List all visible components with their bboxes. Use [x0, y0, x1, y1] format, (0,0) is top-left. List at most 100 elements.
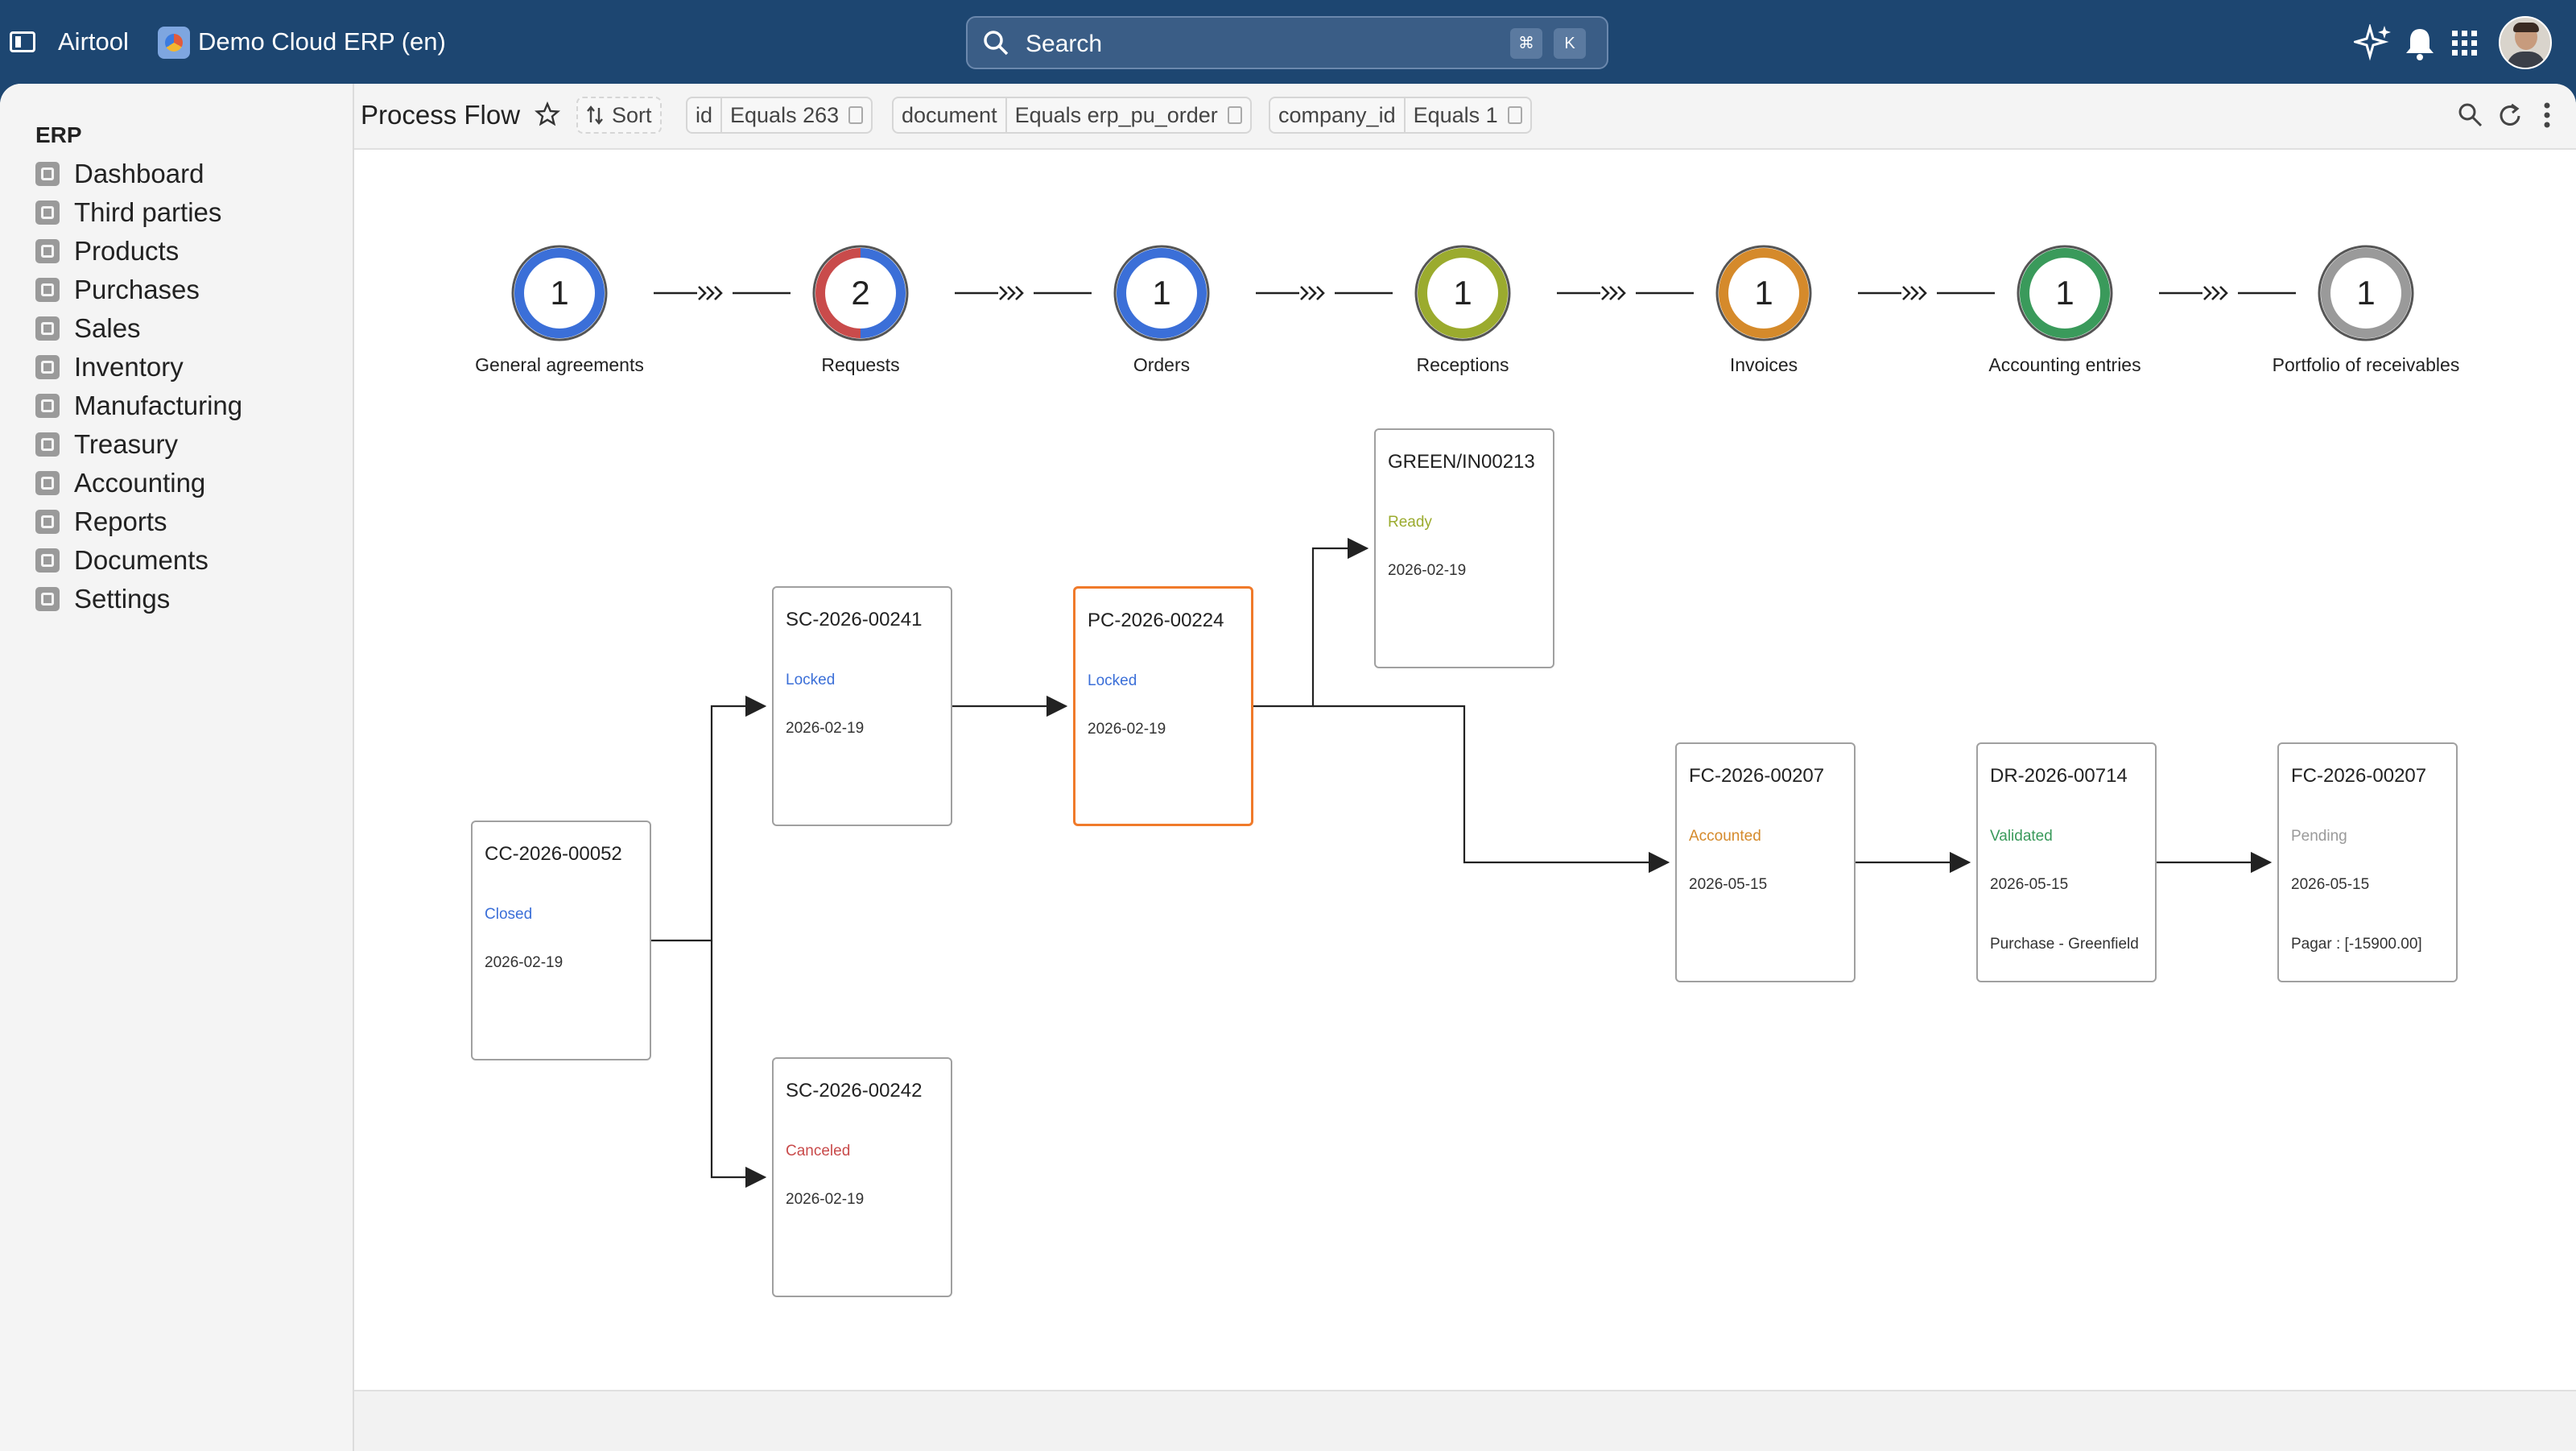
bell-icon[interactable]: [2404, 26, 2436, 61]
document-card-fc-accounted[interactable]: FC-2026-00207 Accounted 2026-05-15: [1675, 742, 1856, 982]
company-name[interactable]: Demo Cloud ERP (en): [198, 27, 446, 56]
dashboard-icon: [35, 162, 60, 186]
sidebar-item-label: Third parties: [74, 197, 222, 227]
document-card-sc-00241[interactable]: SC-2026-00241 Locked 2026-02-19: [772, 586, 952, 826]
search-input[interactable]: Search: [1026, 31, 1102, 58]
sidebar-item-documents[interactable]: Documents: [35, 543, 208, 578]
sidebar-item-label: Inventory: [74, 352, 184, 382]
sidebar-item-third-parties[interactable]: Third parties: [35, 195, 221, 230]
sidebar-item-label: Products: [74, 236, 180, 266]
app-name[interactable]: Airtool: [58, 27, 129, 56]
inventory-icon: [35, 355, 60, 379]
filter-chip-document[interactable]: document Equals erp_pu_order: [892, 97, 1252, 134]
card-title: SC-2026-00241: [786, 609, 923, 630]
filter-chip-company-id[interactable]: company_id Equals 1: [1269, 97, 1532, 134]
document-card-dr[interactable]: DR-2026-00714 Validated 2026-05-15 Purch…: [1976, 742, 2157, 982]
sparkle-icon[interactable]: [2354, 24, 2392, 63]
sidebar-item-label: Reports: [74, 506, 167, 536]
products-icon: [35, 239, 60, 263]
chevron-right-icon: [999, 286, 1024, 300]
sidebar-item-manufacturing[interactable]: Manufacturing: [35, 388, 242, 424]
more-vertical-icon[interactable]: [2542, 101, 2552, 129]
refresh-icon[interactable]: [2496, 101, 2524, 130]
sidebar-toggle-icon[interactable]: [10, 31, 35, 52]
filter-chip-id[interactable]: id Equals 263: [686, 97, 873, 134]
search-icon[interactable]: [2457, 101, 2484, 129]
document-card-pc-selected[interactable]: PC-2026-00224 Locked 2026-02-19: [1073, 586, 1253, 826]
document-card-cc[interactable]: CC-2026-00052 Closed 2026-02-19: [471, 821, 651, 1060]
card-status: Validated: [1990, 828, 2053, 845]
card-status: Accounted: [1689, 828, 1761, 845]
sidebar-item-settings[interactable]: Settings: [35, 581, 170, 617]
card-date: 2026-02-19: [485, 954, 564, 971]
sidebar-item-label: Sales: [74, 313, 141, 343]
search-bar[interactable]: Search ⌘ K: [966, 16, 1608, 69]
sidebar-item-purchases[interactable]: Purchases: [35, 272, 200, 308]
sidebar: ERP Dashboard Third parties Products Pur…: [0, 84, 354, 1451]
sidebar-item-label: Dashboard: [74, 159, 204, 188]
stage-label: Orders: [1133, 354, 1191, 375]
stage-count: 1: [2356, 274, 2376, 312]
stage-label: Portfolio of receivables: [2272, 354, 2460, 375]
stage-label: General agreements: [475, 354, 644, 375]
factory-icon: [35, 394, 60, 418]
sort-button[interactable]: Sort: [576, 97, 662, 134]
chevron-right-icon: [1902, 286, 1927, 300]
chevron-right-icon: [1601, 286, 1626, 300]
company-logo-icon: [158, 27, 190, 59]
document-card-fc-pending[interactable]: FC-2026-00207 Pending 2026-05-15 Pagar :…: [2277, 742, 2458, 982]
card-date: 2026-02-19: [786, 720, 865, 737]
bank-icon: [35, 432, 60, 457]
sidebar-item-label: Settings: [74, 584, 171, 614]
sort-arrows-icon: [587, 105, 603, 125]
bag-icon: [35, 278, 60, 302]
sidebar-item-inventory[interactable]: Inventory: [35, 349, 184, 385]
flow-connectors: [511, 245, 2414, 1188]
chevron-right-icon: [1300, 286, 1325, 300]
sidebar-section-title: ERP: [35, 122, 82, 147]
user-avatar[interactable]: [2499, 16, 2552, 69]
sidebar-item-dashboard[interactable]: Dashboard: [35, 156, 204, 192]
card-status: Ready: [1388, 514, 1432, 531]
stage-label: Invoices: [1729, 354, 1798, 375]
stage-label: Receptions: [1416, 354, 1509, 375]
sidebar-item-label: Purchases: [74, 275, 200, 304]
filter-value: Equals 263: [730, 102, 840, 127]
shortcut-k-key: K: [1554, 28, 1586, 59]
trash-icon[interactable]: [848, 106, 864, 124]
page-title: Process Flow: [361, 100, 521, 130]
flow-edge: [710, 940, 767, 1188]
sidebar-item-products[interactable]: Products: [35, 234, 179, 269]
stage-count: 2: [851, 274, 870, 312]
sidebar-item-reports[interactable]: Reports: [35, 504, 167, 539]
card-status: Pending: [2291, 828, 2347, 845]
sidebar-item-treasury[interactable]: Treasury: [35, 427, 178, 462]
stage-count: 1: [1453, 274, 1472, 312]
toolbar: Process Flow Sort id Equals 263 document…: [354, 84, 2576, 150]
stage-count: 1: [2055, 274, 2074, 312]
sidebar-item-label: Accounting: [74, 468, 206, 498]
card-title: CC-2026-00052: [485, 843, 622, 865]
folder-icon: [35, 548, 60, 573]
reports-icon: [35, 510, 60, 534]
document-card-green[interactable]: GREEN/IN00213 Ready 2026-02-19: [1374, 428, 1554, 668]
trash-icon[interactable]: [1227, 106, 1242, 124]
card-title: SC-2026-00242: [786, 1080, 923, 1102]
sidebar-item-sales[interactable]: Sales: [35, 311, 141, 346]
card-status: Canceled: [786, 1143, 851, 1160]
card-title: GREEN/IN00213: [1388, 451, 1535, 473]
favorite-star-icon[interactable]: [535, 101, 560, 127]
stage-count: 1: [1754, 274, 1773, 312]
person-icon: [35, 200, 60, 225]
apps-grid-icon[interactable]: [2450, 29, 2479, 58]
card-date: 2026-05-15: [2291, 876, 2370, 893]
cart-icon: [35, 316, 60, 341]
stage-label: Accounting entries: [1988, 354, 2141, 375]
filter-field: company_id: [1278, 102, 1396, 127]
card-title: FC-2026-00207: [1689, 765, 1825, 787]
chevron-right-icon: [2203, 286, 2228, 300]
trash-icon[interactable]: [1507, 106, 1522, 124]
sidebar-item-accounting[interactable]: Accounting: [35, 465, 205, 501]
document-card-sc-00242[interactable]: SC-2026-00242 Canceled 2026-02-19: [772, 1057, 952, 1297]
sidebar-item-label: Treasury: [74, 429, 178, 459]
